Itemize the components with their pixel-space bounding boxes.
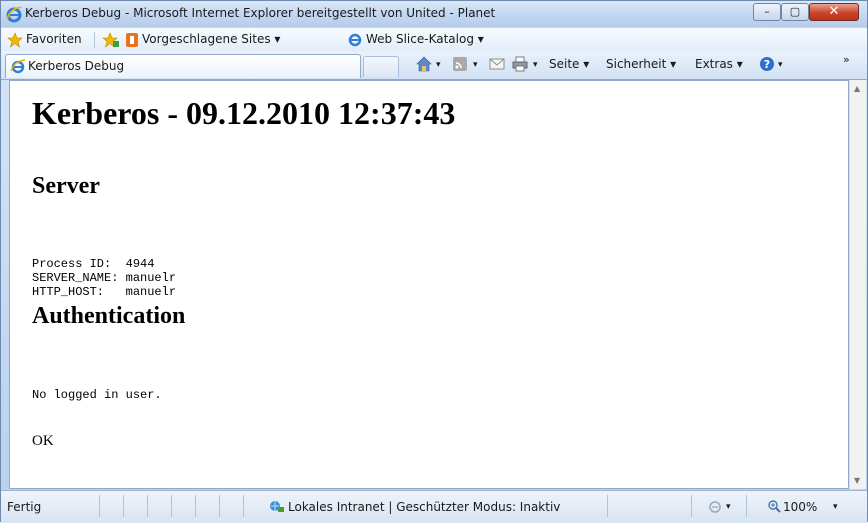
zoom-level[interactable]: 100%	[783, 500, 817, 514]
page-title: Kerberos - 09.12.2010 12:37:43	[32, 95, 456, 131]
status-separator	[243, 495, 244, 517]
page-menu[interactable]: Seite ▾	[549, 57, 589, 71]
tab-kerberos-debug[interactable]: Kerberos Debug	[5, 54, 361, 78]
print-dropdown-arrow[interactable]: ▾	[533, 60, 538, 70]
vertical-scrollbar[interactable]: ▲ ▼	[849, 80, 866, 489]
zoom-icon[interactable]	[767, 499, 781, 513]
status-separator	[171, 495, 172, 517]
authentication-status: No logged in user.	[32, 388, 162, 402]
add-to-favorites-icon[interactable]	[102, 32, 120, 48]
help-icon[interactable]: ?	[759, 56, 775, 72]
protected-mode-dropdown-arrow[interactable]: ▾	[726, 502, 731, 512]
ok-text: OK	[32, 433, 54, 449]
web-slice-gallery-link[interactable]: Web Slice-Katalog ▾	[366, 32, 484, 46]
window-title: Kerberos Debug - Microsoft Internet Expl…	[25, 6, 496, 20]
tab-label: Kerberos Debug	[28, 59, 125, 73]
protected-mode-icon[interactable]	[708, 500, 722, 514]
web-slice-icon	[348, 33, 362, 47]
favorites-separator	[94, 32, 95, 48]
close-button[interactable]: ✕	[809, 3, 859, 21]
status-separator	[123, 495, 124, 517]
intranet-zone-icon[interactable]	[269, 498, 285, 514]
tab-command-bar: Kerberos Debug ▾ ▾ ▾ Seite ▾ Sicherheit …	[1, 51, 867, 80]
server-info: Process ID: 4944 SERVER_NAME: manuelr HT…	[32, 257, 177, 299]
tab-ie-icon	[10, 59, 26, 74]
status-separator	[746, 495, 747, 517]
authentication-heading: Authentication	[32, 303, 186, 329]
zoom-dropdown-arrow[interactable]: ▾	[833, 502, 838, 512]
feeds-dropdown-arrow[interactable]: ▾	[473, 60, 478, 70]
minimize-button[interactable]: –	[753, 3, 781, 21]
help-dropdown-arrow[interactable]: ▾	[778, 60, 783, 70]
minimize-icon: –	[764, 5, 770, 18]
safety-menu[interactable]: Sicherheit ▾	[606, 57, 676, 71]
status-separator	[195, 495, 196, 517]
status-separator	[147, 495, 148, 517]
title-bar[interactable]: Kerberos Debug - Microsoft Internet Expl…	[1, 1, 867, 27]
scroll-down-arrow-icon[interactable]: ▼	[854, 476, 860, 485]
suggested-sites-link[interactable]: Vorgeschlagene Sites ▾	[142, 32, 280, 46]
favorites-bar: Favoriten Vorgeschlagene Sites ▾ Web Sli…	[1, 27, 867, 52]
internet-explorer-icon	[6, 6, 22, 23]
status-separator	[691, 495, 692, 517]
feeds-icon[interactable]	[452, 56, 468, 72]
tools-menu[interactable]: Extras ▾	[695, 57, 743, 71]
close-icon: ✕	[828, 4, 840, 19]
status-bar: Fertig Lokales Intranet | Geschützter Mo…	[1, 490, 867, 523]
favorites-star-icon	[7, 32, 23, 48]
maximize-button[interactable]: ▢	[781, 3, 809, 21]
mail-icon[interactable]	[489, 56, 505, 72]
suggested-sites-icon	[126, 33, 138, 47]
status-text: Fertig	[7, 500, 42, 514]
page-content: Kerberos - 09.12.2010 12:37:43 Server Pr…	[9, 80, 849, 489]
security-zone-text[interactable]: Lokales Intranet | Geschützter Modus: In…	[288, 500, 560, 514]
maximize-icon: ▢	[789, 5, 801, 18]
scroll-up-arrow-icon[interactable]: ▲	[854, 84, 860, 93]
server-heading: Server	[32, 173, 100, 199]
browser-window: Kerberos Debug - Microsoft Internet Expl…	[0, 0, 868, 523]
home-icon[interactable]	[416, 56, 432, 72]
home-dropdown-arrow[interactable]: ▾	[436, 60, 441, 70]
new-tab-button[interactable]	[363, 56, 399, 77]
status-separator	[99, 495, 100, 517]
svg-text:?: ?	[764, 58, 770, 71]
favorites-button[interactable]: Favoriten	[26, 32, 82, 46]
status-separator	[607, 495, 608, 517]
status-separator	[219, 495, 220, 517]
print-icon[interactable]	[512, 56, 528, 72]
toolbar-overflow-chevron[interactable]: »	[843, 53, 850, 66]
